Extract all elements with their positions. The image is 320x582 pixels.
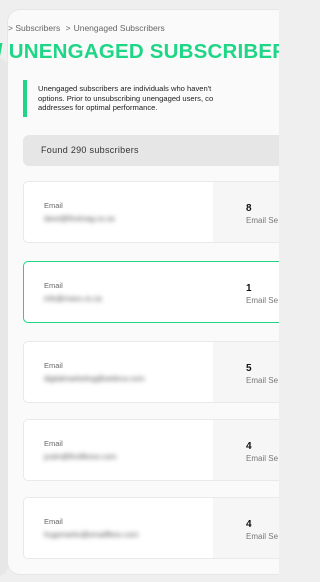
email-sends-label: Email Se bbox=[246, 532, 279, 541]
info-callout: Unengaged subscribers are individuals wh… bbox=[23, 80, 279, 117]
email-value: dave@firstmag.co.za bbox=[44, 214, 115, 223]
email-sends-count: 4 bbox=[246, 519, 252, 530]
subscriber-row-selected[interactable]: Email info@maxx.co.za 1 Email Se bbox=[23, 261, 279, 323]
page-title: / UNENGAGED SUBSCRIBERS bbox=[0, 40, 279, 63]
breadcrumb-separator: > bbox=[65, 23, 71, 33]
email-sends-count: 4 bbox=[246, 441, 252, 452]
info-line: Unengaged subscribers are individuals wh… bbox=[38, 84, 212, 93]
info-line: options. Prior to unsubscribing unengage… bbox=[38, 93, 214, 103]
email-sends-panel: 5 Email Se bbox=[213, 342, 279, 402]
info-line: addresses for optimal performance. bbox=[38, 103, 158, 112]
email-label: Email bbox=[44, 517, 63, 526]
email-sends-panel: 8 Email Se bbox=[213, 182, 279, 242]
email-value: justin@firstflexxx.com bbox=[44, 452, 117, 461]
email-sends-count: 5 bbox=[246, 363, 252, 374]
email-sends-panel: 4 Email Se bbox=[213, 498, 279, 558]
subscriber-row[interactable]: Email digitalmarketing@webrux.com 5 Emai… bbox=[23, 341, 279, 403]
email-value: hugomarks@emailflexx.com bbox=[44, 530, 139, 539]
subscriber-row[interactable]: Email dave@firstmag.co.za 8 Email Se bbox=[23, 181, 279, 243]
email-sends-panel: 1 Email Se bbox=[213, 262, 279, 322]
email-sends-panel: 4 Email Se bbox=[213, 420, 279, 480]
email-sends-label: Email Se bbox=[246, 216, 279, 225]
page: > Subscribers > Unengaged Subscribers / U… bbox=[0, 0, 279, 582]
breadcrumb-prefix: > bbox=[8, 23, 13, 33]
results-count-text: Found 290 subscribers bbox=[41, 145, 139, 155]
email-label: Email bbox=[44, 439, 63, 448]
subscriber-row[interactable]: Email hugomarks@emailflexx.com 4 Email S… bbox=[23, 497, 279, 559]
left-sidebar-panel bbox=[0, 58, 8, 576]
email-sends-label: Email Se bbox=[246, 296, 279, 305]
email-value: info@maxx.co.za bbox=[44, 294, 102, 303]
email-sends-count: 1 bbox=[246, 283, 252, 294]
email-sends-count: 8 bbox=[246, 203, 252, 214]
email-label: Email bbox=[44, 361, 63, 370]
subscriber-row[interactable]: Email justin@firstflexxx.com 4 Email Se bbox=[23, 419, 279, 481]
email-sends-label: Email Se bbox=[246, 376, 279, 385]
results-count-bar: Found 290 subscribers bbox=[23, 135, 279, 166]
breadcrumb: > Subscribers > Unengaged Subscribers bbox=[8, 23, 165, 33]
breadcrumb-current: Unengaged Subscribers bbox=[73, 23, 165, 33]
email-value: digitalmarketing@webrux.com bbox=[44, 374, 145, 383]
breadcrumb-subscribers-link[interactable]: Subscribers bbox=[15, 23, 60, 33]
email-label: Email bbox=[44, 201, 63, 210]
email-label: Email bbox=[44, 281, 63, 290]
email-sends-label: Email Se bbox=[246, 454, 279, 463]
